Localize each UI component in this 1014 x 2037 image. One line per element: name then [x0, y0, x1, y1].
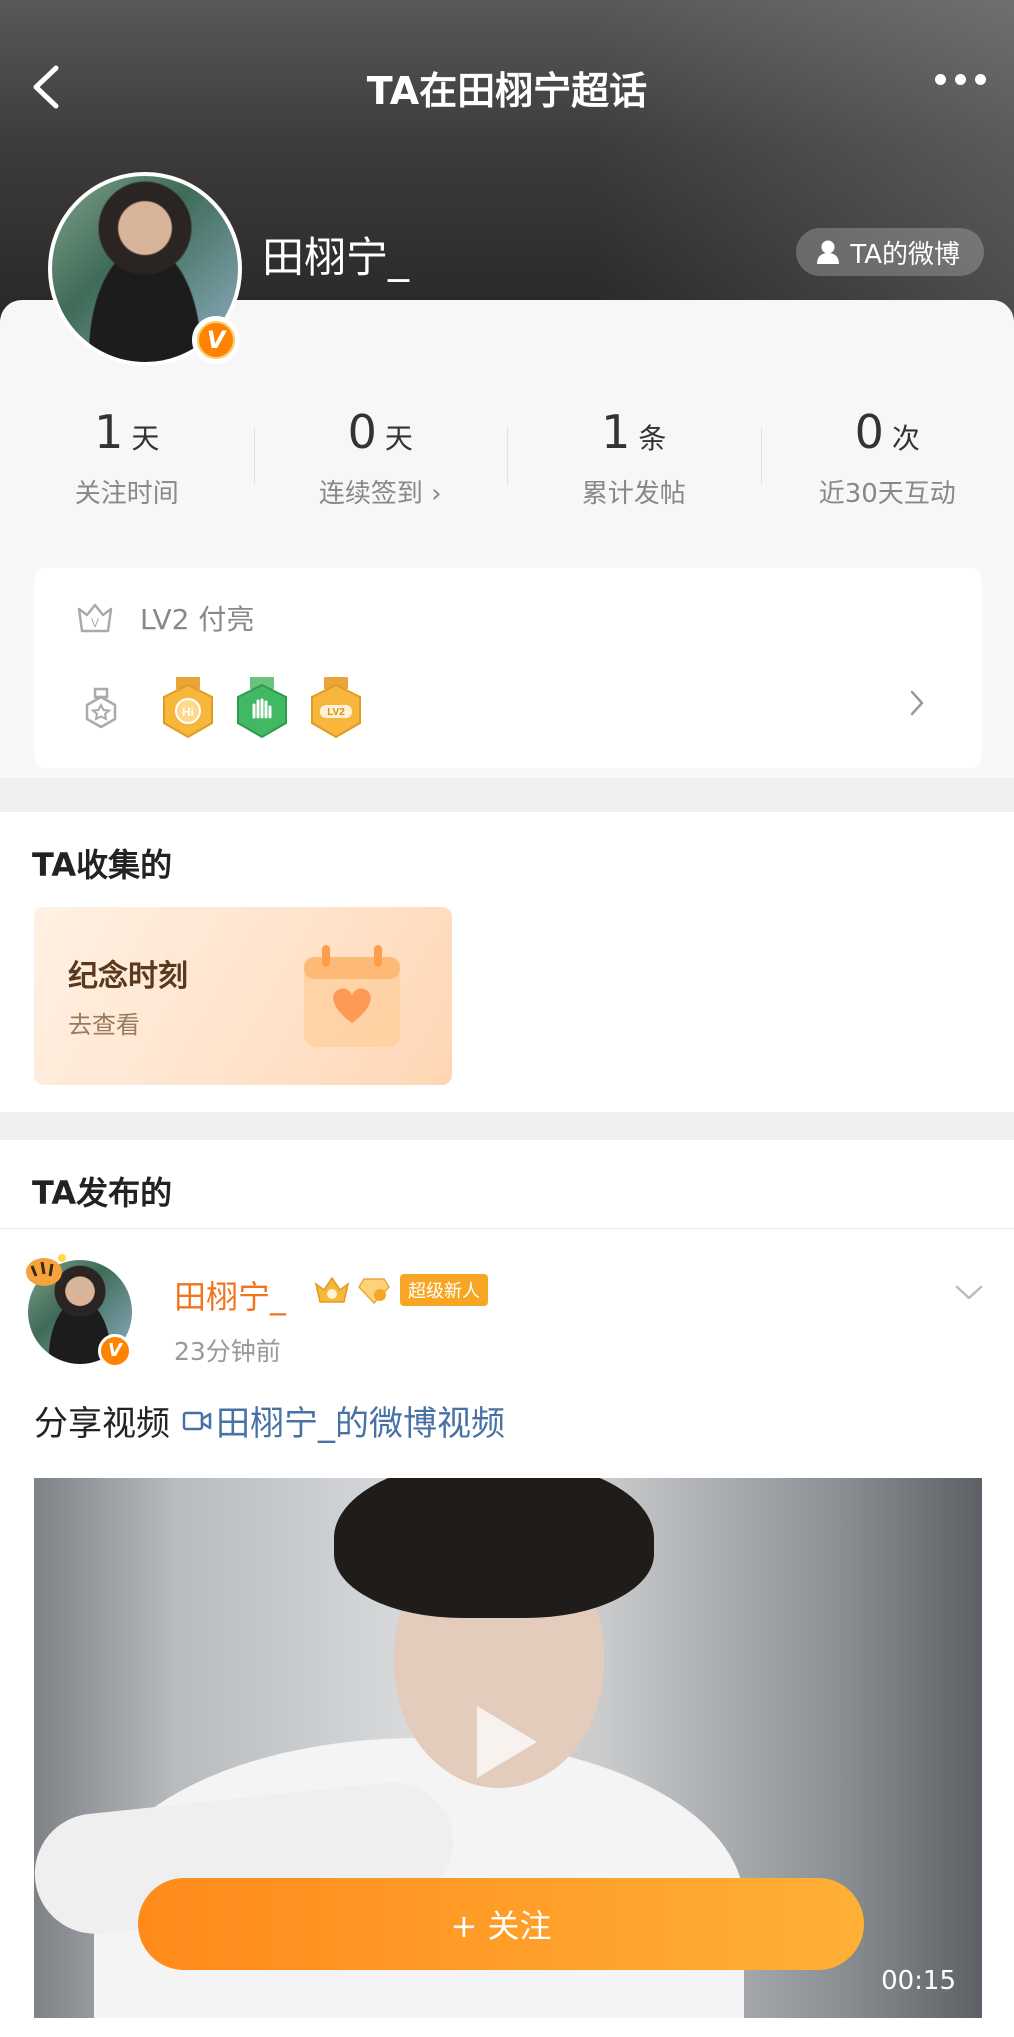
profile-avatar[interactable]: V	[48, 172, 242, 366]
memory-moment-card[interactable]: 纪念时刻 去查看	[34, 907, 452, 1085]
video-link-text: 田栩宁_的微博视频	[216, 1404, 505, 1444]
verified-badge-icon: V	[192, 316, 240, 364]
post-avatar[interactable]: V	[26, 1254, 136, 1368]
stat-number: 0	[347, 405, 377, 459]
svg-text:V: V	[91, 616, 99, 630]
post-content: 分享视频 田栩宁_的微博视频	[34, 1396, 505, 1445]
stat-unit: 天	[384, 422, 413, 455]
post-timestamp: 23分钟前	[174, 1337, 281, 1366]
level-medal-box[interactable]: V LV2 付亮 Hi LV2	[34, 568, 982, 768]
stat-follow-days: 1天 关注时间	[0, 405, 254, 510]
person-icon	[817, 240, 840, 264]
published-title: TA发布的	[32, 1174, 173, 1212]
page-title: TA在田栩宁超话	[366, 69, 648, 113]
follow-button[interactable]: + 关注	[138, 1878, 864, 1970]
collected-title: TA收集的	[32, 846, 173, 884]
stat-label: 近30天互动	[818, 479, 956, 509]
stats-card: 1天 关注时间 0天 连续签到 › 1条 累计发帖 0次 近30天互动 V LV…	[0, 300, 1014, 778]
stat-checkin-days[interactable]: 0天 连续签到 ›	[253, 405, 508, 510]
stat-number: 1	[601, 405, 631, 459]
tiger-decoration-icon	[26, 1254, 66, 1286]
memory-card-link: 去查看	[68, 1011, 140, 1039]
stat-number: 0	[854, 405, 884, 459]
calendar-heart-icon	[304, 945, 400, 1047]
ta-weibo-button[interactable]: TA的微博	[796, 228, 984, 276]
verified-small-badge-icon: V	[98, 1334, 132, 1368]
svg-text:Hi: Hi	[182, 705, 194, 719]
play-icon[interactable]	[477, 1706, 537, 1778]
chevron-down-icon[interactable]	[954, 1284, 984, 1302]
hand-medal-icon[interactable]	[232, 677, 292, 739]
post-badges: 超级新人	[312, 1274, 488, 1306]
ta-weibo-label: TA的微博	[850, 239, 960, 270]
stat-unit: 次	[891, 422, 920, 455]
stat-unit: 条	[638, 422, 667, 455]
chevron-right-icon[interactable]	[908, 688, 926, 718]
stats-row: 1天 关注时间 0天 连续签到 › 1条 累计发帖 0次 近30天互动	[0, 405, 1014, 510]
super-newbie-badge: 超级新人	[400, 1274, 488, 1306]
medal-row[interactable]: Hi LV2	[76, 668, 956, 748]
svg-text:LV2: LV2	[327, 707, 345, 718]
crown-level-icon: V	[77, 603, 113, 633]
stat-total-posts: 1条 累计发帖	[507, 405, 761, 510]
crown-badge-icon	[314, 1276, 350, 1303]
stat-unit: 天	[131, 422, 160, 455]
video-duration: 00:15	[881, 1966, 956, 1996]
more-options-icon[interactable]	[935, 74, 986, 85]
lv2-medal-icon[interactable]: LV2	[306, 677, 366, 739]
level-text: LV2 付亮	[140, 603, 255, 636]
stat-interactions: 0次 近30天互动	[760, 405, 1014, 510]
section-divider	[0, 1228, 1014, 1229]
profile-username: 田栩宁_	[262, 233, 410, 282]
video-link[interactable]: 田栩宁_的微博视频	[182, 1396, 505, 1445]
level-row: V LV2 付亮	[76, 598, 254, 638]
medal-outline-icon	[85, 687, 117, 729]
collected-section: TA收集的 纪念时刻 去查看	[0, 812, 1014, 1112]
video-frame-hair	[334, 1478, 654, 1618]
stat-number: 1	[94, 405, 124, 459]
memory-card-title: 纪念时刻	[68, 959, 188, 994]
stat-label: 关注时间	[74, 479, 179, 509]
stat-label: 累计发帖	[581, 479, 686, 509]
video-camera-icon	[182, 1411, 212, 1430]
diamond-badge-icon	[358, 1278, 390, 1305]
post-text: 分享视频	[34, 1404, 170, 1444]
stat-label: 连续签到 ›	[318, 479, 442, 509]
post-author-name[interactable]: 田栩宁_	[174, 1272, 286, 1318]
hi-medal-icon[interactable]: Hi	[158, 677, 218, 739]
